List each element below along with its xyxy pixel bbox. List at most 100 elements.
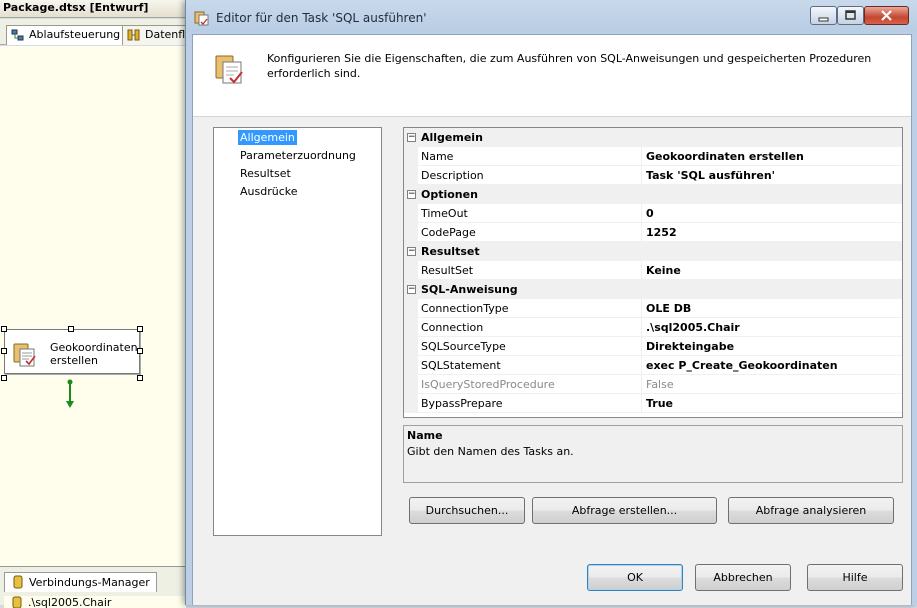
property-value[interactable]: Geokoordinaten erstellen [642, 147, 902, 166]
property-row[interactable]: Connection .\sql2005.Chair [404, 318, 902, 337]
close-icon [881, 10, 892, 21]
selection-handle[interactable] [1, 326, 7, 332]
property-value[interactable]: OLE DB [642, 299, 902, 318]
designer-window-title: Package.dtsx [Entwurf] [0, 0, 186, 18]
property-row[interactable]: IsQueryStoredProcedure False [404, 375, 902, 394]
collapse-toggle-icon[interactable]: − [407, 247, 416, 256]
tab-control-flow-label: Ablaufsteuerung [29, 28, 121, 41]
selection-handle[interactable] [137, 326, 143, 332]
designer-tab-strip: Ablaufsteuerung Datenflu [0, 19, 197, 45]
property-value[interactable]: True [642, 394, 902, 413]
sql-task-label-line1: Geokoordinaten [50, 341, 138, 354]
property-row[interactable]: BypassPrepare True [404, 394, 902, 413]
nav-item-allgemein[interactable]: Allgemein [238, 130, 297, 145]
property-row[interactable]: SQLSourceType Direkteingabe [404, 337, 902, 356]
selection-handle[interactable] [68, 326, 74, 332]
property-value[interactable]: Task 'SQL ausführen' [642, 166, 902, 185]
property-value: False [642, 375, 902, 394]
help-button[interactable]: Hilfe [807, 564, 903, 591]
maximize-button[interactable] [837, 6, 864, 25]
category-optionen[interactable]: − Optionen [404, 185, 902, 204]
property-value[interactable]: .\sql2005.Chair [642, 318, 902, 337]
property-name: SQLStatement [418, 356, 642, 375]
help-title: Name [407, 429, 443, 442]
parse-query-button[interactable]: Abfrage analysieren [728, 497, 894, 524]
selection-handle[interactable] [137, 348, 143, 354]
property-row[interactable]: Name Geokoordinaten erstellen [404, 147, 902, 166]
property-name: TimeOut [418, 204, 642, 223]
category-label: Optionen [421, 188, 478, 201]
minimize-button[interactable] [810, 6, 837, 25]
category-resultset[interactable]: − Resultset [404, 242, 902, 261]
property-value[interactable]: Direkteingabe [642, 337, 902, 356]
tab-connection-manager-label: Verbindungs-Manager [29, 576, 150, 589]
browse-button[interactable]: Durchsuchen... [409, 497, 525, 524]
help-text: Gibt den Namen des Tasks an. [407, 445, 574, 458]
property-help-panel: Name Gibt den Namen des Tasks an. [403, 425, 903, 483]
collapse-toggle-icon[interactable]: − [407, 190, 416, 199]
connection-item[interactable]: .\sql2005.Chair [4, 596, 186, 608]
dialog-description: Konfigurieren Sie die Eigenschaften, die… [267, 52, 872, 80]
property-row[interactable]: SQLStatement exec P_Create_Geokoordinate… [404, 356, 902, 375]
dialog-client-area: Konfigurieren Sie die Eigenschaften, die… [192, 34, 912, 605]
property-name: SQLSourceType [418, 337, 642, 356]
sql-task-icon [215, 55, 243, 84]
selection-handle[interactable] [1, 348, 7, 354]
category-label: Resultset [421, 245, 480, 258]
control-flow-design-surface[interactable]: Geokoordinaten erstellen [0, 46, 186, 566]
tab-connection-manager[interactable]: Verbindungs-Manager [4, 572, 157, 592]
property-row[interactable]: Description Task 'SQL ausführen' [404, 166, 902, 185]
selection-handle[interactable] [137, 375, 143, 381]
property-row[interactable]: ResultSet Keine [404, 261, 902, 280]
sql-task-shape[interactable]: Geokoordinaten erstellen [4, 329, 140, 374]
maximize-icon [845, 10, 856, 20]
property-name: ConnectionType [418, 299, 642, 318]
sql-task-label-line2: erstellen [50, 354, 98, 367]
category-allgemein[interactable]: − Allgemein [404, 128, 902, 147]
connection-item-label: .\sql2005.Chair [28, 596, 112, 608]
property-row[interactable]: CodePage 1252 [404, 223, 902, 242]
property-name: Name [418, 147, 642, 166]
category-label: SQL-Anweisung [421, 283, 518, 296]
control-flow-icon [11, 29, 24, 41]
category-sql-anweisung[interactable]: − SQL-Anweisung [404, 280, 902, 299]
category-label: Allgemein [421, 131, 483, 144]
sql-task-icon [194, 11, 209, 26]
precedence-constraint-arrow[interactable] [65, 379, 75, 409]
property-value[interactable]: Keine [642, 261, 902, 280]
collapse-toggle-icon[interactable]: − [407, 285, 416, 294]
nav-item-parameterzuordnung[interactable]: Parameterzuordnung [238, 148, 358, 163]
nav-item-ausdruecke[interactable]: Ausdrücke [238, 184, 300, 199]
collapse-toggle-icon[interactable]: − [407, 133, 416, 142]
property-value[interactable]: exec P_Create_Geokoordinaten [642, 356, 902, 375]
property-grid: − Allgemein Name Geokoordinaten erstelle… [403, 127, 903, 418]
database-connection-icon [12, 596, 22, 608]
property-row[interactable]: ConnectionType OLE DB [404, 299, 902, 318]
property-value[interactable]: 1252 [642, 223, 902, 242]
tab-control-flow[interactable]: Ablaufsteuerung [6, 25, 126, 45]
page-navigation-list: Allgemein Parameterzuordnung Resultset A… [213, 127, 382, 536]
dialog-title-bar[interactable]: Editor für den Task 'SQL ausführen' [186, 0, 917, 34]
property-name: IsQueryStoredProcedure [418, 375, 642, 394]
property-row[interactable]: TimeOut 0 [404, 204, 902, 223]
sql-task-icon [13, 343, 36, 367]
ok-button[interactable]: OK [587, 564, 683, 591]
property-name: CodePage [418, 223, 642, 242]
sql-task-label: Geokoordinaten erstellen [50, 341, 138, 367]
data-flow-icon [127, 29, 140, 41]
property-name: ResultSet [418, 261, 642, 280]
connection-manager-icon [13, 575, 23, 589]
nav-item-resultset[interactable]: Resultset [238, 166, 293, 181]
selection-handle[interactable] [1, 375, 7, 381]
dialog-header: Konfigurieren Sie die Eigenschaften, die… [193, 35, 911, 117]
property-name: BypassPrepare [418, 394, 642, 413]
build-query-button[interactable]: Abfrage erstellen... [532, 497, 717, 524]
property-value[interactable]: 0 [642, 204, 902, 223]
property-name: Description [418, 166, 642, 185]
execute-sql-task-editor-dialog: Editor für den Task 'SQL ausführen' Konf… [185, 0, 917, 605]
property-name: Connection [418, 318, 642, 337]
cancel-button[interactable]: Abbrechen [695, 564, 791, 591]
close-button[interactable] [864, 6, 909, 25]
dialog-title: Editor für den Task 'SQL ausführen' [216, 11, 427, 25]
connection-manager-panel: Verbindungs-Manager .\sql2005.Chair [0, 566, 186, 608]
